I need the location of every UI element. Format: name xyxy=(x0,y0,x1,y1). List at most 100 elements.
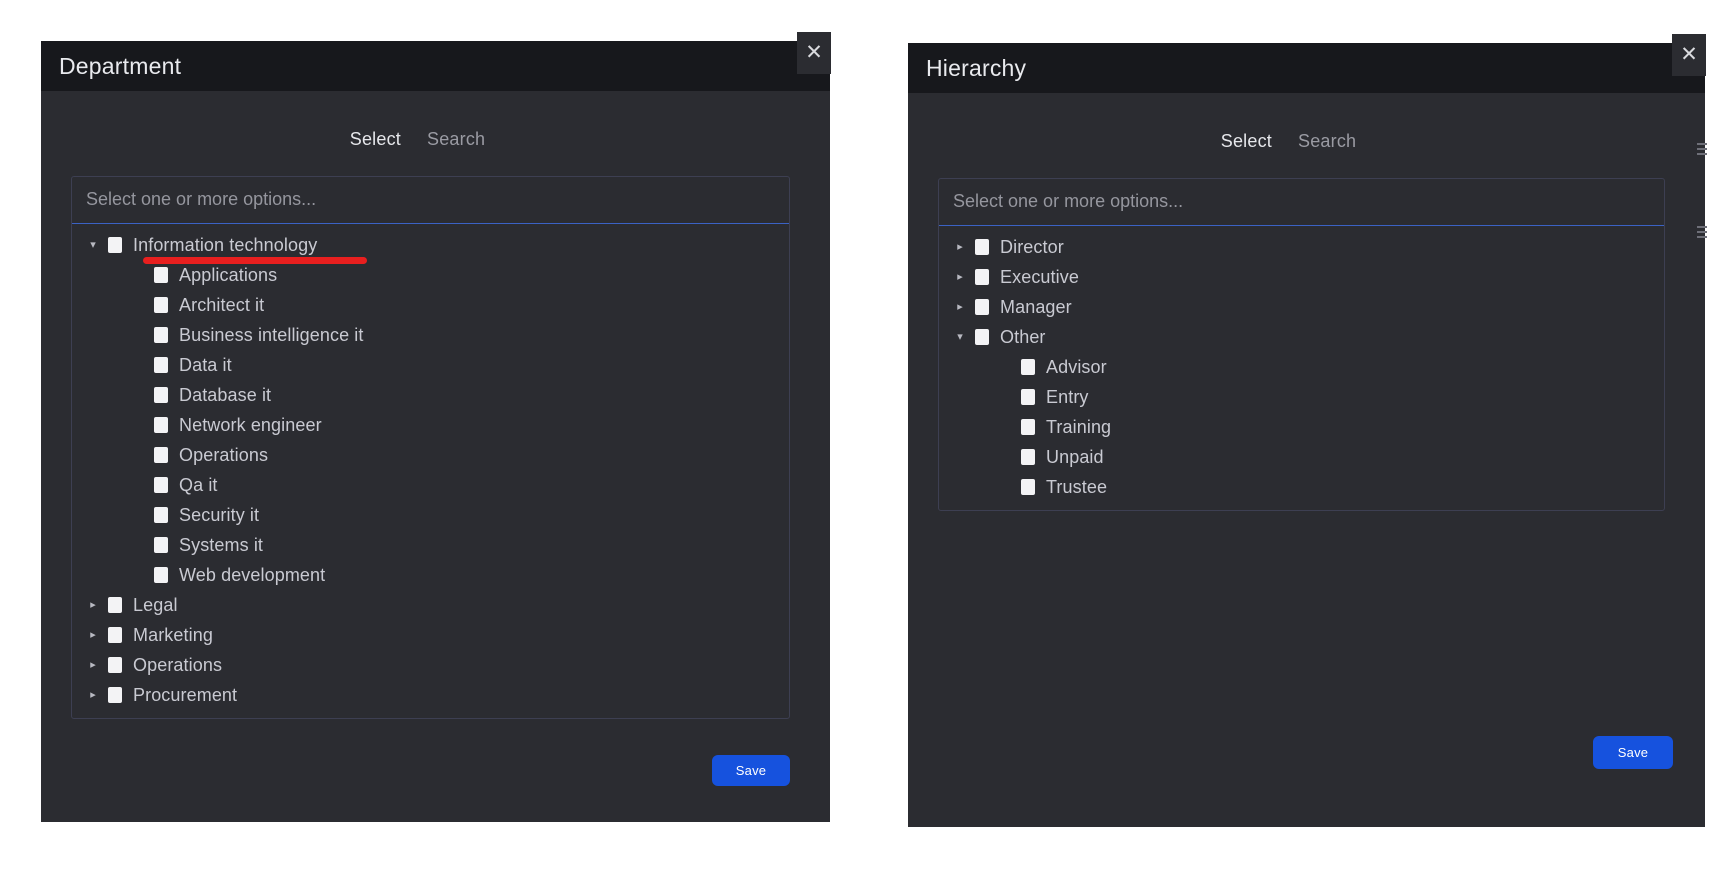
checkbox[interactable] xyxy=(154,507,168,523)
chevron-down-icon[interactable]: ▾ xyxy=(951,331,969,343)
drag-handle-icon[interactable] xyxy=(1697,143,1707,155)
checkbox[interactable] xyxy=(154,327,168,343)
tab-select[interactable]: Select xyxy=(350,129,401,150)
tree-node[interactable]: ▸Applications xyxy=(72,260,789,290)
chevron-right-icon[interactable]: ▸ xyxy=(951,271,969,283)
tree-node-label: Trustee xyxy=(1046,476,1108,497)
department-dialog-titlebar: Department ✕ xyxy=(41,32,831,91)
tree-node[interactable]: ▸Operations xyxy=(72,440,789,470)
tab-search[interactable]: Search xyxy=(427,129,485,150)
tree-node[interactable]: ▸Operations xyxy=(72,650,789,680)
tree-node-label: Architect it xyxy=(179,294,265,315)
checkbox[interactable] xyxy=(108,687,122,703)
tree-node[interactable]: ▸Business intelligence it xyxy=(72,320,789,350)
hierarchy-dialog: Hierarchy ✕ Select Search Select one or … xyxy=(908,34,1707,827)
tree-node-label: Database it xyxy=(179,384,272,405)
checkbox[interactable] xyxy=(108,237,122,253)
checkbox[interactable] xyxy=(1021,449,1035,465)
save-button[interactable]: Save xyxy=(1593,736,1673,769)
close-icon[interactable]: ✕ xyxy=(1672,34,1706,76)
checkbox[interactable] xyxy=(975,329,989,345)
checkbox[interactable] xyxy=(154,447,168,463)
checkbox[interactable] xyxy=(154,357,168,373)
chevron-down-icon[interactable]: ▾ xyxy=(84,239,102,251)
tree-node-label: Manager xyxy=(1000,296,1072,317)
save-button[interactable]: Save xyxy=(712,755,790,786)
hierarchy-tree: ▸ Director ▸ Executive ▸ Manager ▾ Other ▸Adviso… xyxy=(939,226,1664,510)
checkbox[interactable] xyxy=(154,267,168,283)
checkbox[interactable] xyxy=(108,627,122,643)
hierarchy-dialog-titlebar: Hierarchy ✕ xyxy=(908,34,1706,93)
tab-search[interactable]: Search xyxy=(1298,131,1356,152)
tree-node-label: Security it xyxy=(179,504,260,525)
checkbox[interactable] xyxy=(154,387,168,403)
checkbox[interactable] xyxy=(1021,479,1035,495)
tree-node[interactable]: ▸Training xyxy=(939,412,1664,442)
checkbox[interactable] xyxy=(154,477,168,493)
tree-node[interactable]: ▸ Marketing xyxy=(72,620,789,650)
tree-node-label: Business intelligence it xyxy=(179,324,364,345)
tree-node[interactable]: ▸Entry xyxy=(939,382,1664,412)
tree-node-label: Procurement xyxy=(133,684,238,705)
checkbox[interactable] xyxy=(154,297,168,313)
tree-node[interactable]: ▸ Legal xyxy=(72,590,789,620)
checkbox[interactable] xyxy=(154,567,168,583)
department-dialog-body: Select Search Select one or more options… xyxy=(41,91,830,822)
checkbox[interactable] xyxy=(1021,419,1035,435)
checkbox[interactable] xyxy=(1021,389,1035,405)
tree-node-label: Legal xyxy=(133,594,178,615)
tree-node[interactable]: ▸ Manager xyxy=(939,292,1664,322)
tree-node[interactable]: ▸ Executive xyxy=(939,262,1664,292)
hierarchy-footer: Save xyxy=(926,736,1687,827)
tree-node[interactable]: ▸ Director xyxy=(939,232,1664,262)
checkbox[interactable] xyxy=(975,239,989,255)
tree-node-label: Web development xyxy=(179,564,326,585)
tree-node[interactable]: ▸Qa it xyxy=(72,470,789,500)
department-select-placeholder[interactable]: Select one or more options... xyxy=(72,177,789,224)
tree-node[interactable]: ▸Architect it xyxy=(72,290,789,320)
chevron-right-icon[interactable]: ▸ xyxy=(84,659,102,671)
tree-node[interactable]: ▸Security it xyxy=(72,500,789,530)
checkbox[interactable] xyxy=(1021,359,1035,375)
checkbox[interactable] xyxy=(108,657,122,673)
screenshot-root: Department ✕ Select Search Select one or… xyxy=(0,0,1718,884)
checkbox[interactable] xyxy=(975,299,989,315)
chevron-right-icon[interactable]: ▸ xyxy=(951,241,969,253)
tree-node[interactable]: ▸ Procurement xyxy=(72,680,789,710)
hierarchy-dialog-title: Hierarchy xyxy=(926,54,1027,81)
tree-node-label: Systems it xyxy=(179,534,264,555)
checkbox[interactable] xyxy=(154,537,168,553)
checkbox[interactable] xyxy=(154,417,168,433)
tab-select[interactable]: Select xyxy=(1221,131,1272,152)
chevron-right-icon[interactable]: ▸ xyxy=(84,599,102,611)
tree-node[interactable]: ▸Web development xyxy=(72,560,789,590)
tree-node[interactable]: ▸Advisor xyxy=(939,352,1664,382)
tree-node[interactable]: ▾ Other xyxy=(939,322,1664,352)
department-footer: Save xyxy=(59,755,812,786)
tree-node[interactable]: ▸Trustee xyxy=(939,472,1664,502)
department-tree: ▾Information technology▸Applications▸Arc… xyxy=(72,224,789,718)
tree-node[interactable]: ▸Database it xyxy=(72,380,789,410)
hierarchy-select-box: Select one or more options... ▸ Director ▸… xyxy=(938,178,1665,511)
department-select-box: Select one or more options... ▾ Informati… xyxy=(71,176,790,719)
tree-node[interactable]: ▸Unpaid xyxy=(939,442,1664,472)
chevron-right-icon[interactable]: ▸ xyxy=(84,689,102,701)
tree-node[interactable]: ▸Network engineer xyxy=(72,410,789,440)
tree-node-label: Data it xyxy=(179,354,232,375)
department-dialog: Department ✕ Select Search Select one or… xyxy=(41,32,831,822)
tree-node-label: Director xyxy=(1000,236,1064,257)
tree-node[interactable]: ▸Systems it xyxy=(72,530,789,560)
tree-node-label: Entry xyxy=(1046,386,1089,407)
tree-node[interactable]: ▸Data it xyxy=(72,350,789,380)
checkbox[interactable] xyxy=(108,597,122,613)
chevron-right-icon[interactable]: ▸ xyxy=(84,629,102,641)
hierarchy-select-placeholder[interactable]: Select one or more options... xyxy=(939,179,1664,226)
tree-node[interactable]: ▾ Information technology xyxy=(72,230,789,264)
chevron-right-icon[interactable]: ▸ xyxy=(951,301,969,313)
tree-node-label: Applications xyxy=(179,264,278,285)
tree-node-label: Training xyxy=(1046,416,1112,437)
checkbox[interactable] xyxy=(975,269,989,285)
tree-node-label: Advisor xyxy=(1046,356,1107,377)
close-icon[interactable]: ✕ xyxy=(797,32,831,74)
drag-handle-icon[interactable] xyxy=(1697,226,1707,238)
